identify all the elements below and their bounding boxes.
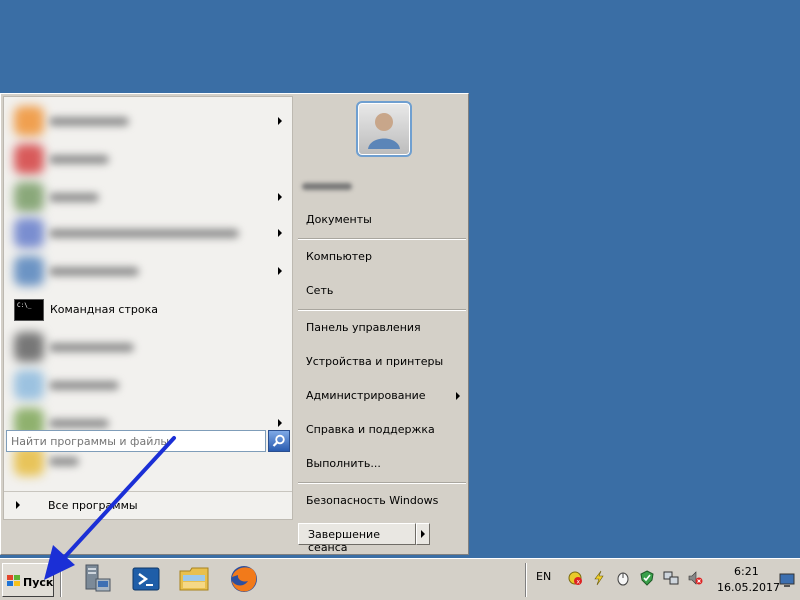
search-input[interactable] [6,430,266,452]
program-label: Командная строка [50,303,158,316]
program-icon [14,256,44,286]
firefox-icon[interactable] [228,563,260,595]
user-avatar[interactable] [356,101,412,157]
program-item[interactable] [4,215,292,251]
divider [525,563,527,597]
search-button[interactable] [268,430,290,452]
volume-muted-icon[interactable] [687,570,703,586]
menu-item-devices-printers[interactable]: Устройства и принтеры [306,355,443,368]
menu-item-control-panel[interactable]: Панель управления [306,321,421,334]
power-icon[interactable] [591,570,607,586]
program-item[interactable] [4,367,292,403]
user-icon [368,113,400,149]
menu-item-help-support[interactable]: Справка и поддержка [306,423,435,436]
program-item[interactable] [4,103,292,139]
menu-item-network[interactable]: Сеть [306,284,333,297]
program-icon [14,106,44,136]
submenu-arrow-icon [456,392,460,400]
submenu-arrow-icon [278,193,282,201]
separator [298,482,466,484]
clock-time[interactable]: 6:21 [734,565,759,578]
program-icon [14,144,44,174]
security-shield-icon[interactable] [639,570,655,586]
program-icon [14,332,44,362]
separator [298,309,466,311]
server-manager-icon[interactable] [80,563,112,595]
program-icon [14,370,44,400]
windows-logo-icon [7,575,20,586]
submenu-arrow-icon [278,267,282,275]
start-label: Пуск [23,576,54,589]
shutdown-button[interactable]: Завершение сеанса [298,523,416,554]
powershell-icon[interactable] [130,563,162,595]
program-item[interactable] [4,329,292,365]
submenu-arrow-icon [278,419,282,427]
all-programs-label: Все программы [48,499,138,512]
start-button[interactable]: Пуск [2,563,54,597]
program-icon [14,182,44,212]
mouse-icon[interactable] [615,570,631,586]
menu-item-documents[interactable]: Документы [306,213,372,226]
clock-date[interactable]: 16.05.2017 [717,581,780,594]
program-list: C:\_ Командная строка Все программы [3,96,293,520]
submenu-arrow-icon [278,117,282,125]
all-programs-button[interactable]: Все программы [4,491,292,517]
menu-item-windows-security[interactable]: Безопасность Windows [306,494,438,507]
arrow-right-icon [421,530,425,538]
show-desktop-icon[interactable] [779,572,795,588]
command-prompt-icon: C:\_ [14,299,44,321]
network-icon[interactable] [663,570,679,586]
menu-item-administration[interactable]: Администрирование [306,389,426,402]
svg-text:x: x [577,579,581,586]
username [302,183,352,190]
magnifier-icon [272,434,285,447]
menu-item-computer[interactable]: Компьютер [306,250,372,263]
menu-item-run[interactable]: Выполнить... [306,457,381,470]
program-item-command-prompt[interactable]: C:\_ Командная строка [4,291,292,327]
explorer-folder-icon[interactable] [178,563,210,595]
taskbar: Пуск [0,558,800,600]
action-center-icon[interactable]: x [567,570,583,586]
shutdown-options-button[interactable] [416,523,430,545]
program-item[interactable] [4,141,292,177]
divider [60,563,62,597]
program-icon [14,218,44,248]
program-item[interactable] [4,179,292,215]
separator [298,238,466,240]
arrow-right-icon [16,501,20,509]
program-item[interactable] [4,253,292,289]
language-indicator[interactable]: EN [536,570,551,583]
submenu-arrow-icon [278,229,282,237]
